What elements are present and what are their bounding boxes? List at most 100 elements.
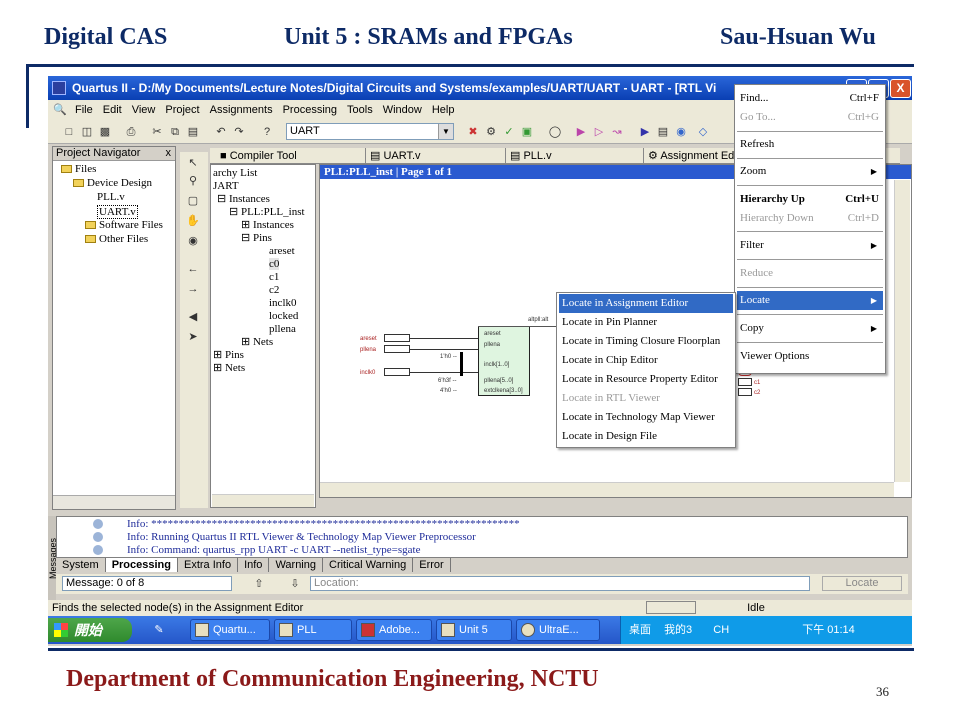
submenu-pin-planner[interactable]: Locate in Pin Planner	[559, 313, 733, 332]
programmer-icon[interactable]: ◉	[674, 125, 688, 139]
redo-icon[interactable]: ↷	[232, 125, 246, 139]
menu-edit[interactable]: Edit	[98, 100, 127, 120]
taskbar-unit5[interactable]: Unit 5	[436, 619, 512, 641]
menu-item-find[interactable]: Find... Ctrl+F	[737, 89, 883, 108]
tab-info[interactable]: Info	[238, 558, 270, 572]
report-icon[interactable]: ▤	[656, 125, 670, 139]
taskbar-ultraedit[interactable]: UltraE...	[516, 619, 600, 641]
select-pointer-icon[interactable]: ↖	[186, 156, 200, 170]
menu-item-zoom[interactable]: Zoom ▶	[737, 162, 883, 181]
cut-icon[interactable]: ✂	[150, 125, 164, 139]
pin-planner-icon[interactable]: ✓	[502, 125, 516, 139]
submenu-rtl-viewer[interactable]: Locate in RTL Viewer	[559, 389, 733, 408]
menu-view[interactable]: View	[127, 100, 161, 120]
menu-item-viewer-options[interactable]: Viewer Options	[737, 347, 883, 366]
output-pin-c1[interactable]	[738, 378, 752, 386]
hierarchy-pin-pllena[interactable]: pllena	[269, 323, 296, 335]
output-pin-c2[interactable]	[738, 388, 752, 396]
menu-help[interactable]: Help	[427, 100, 460, 120]
timing-icon[interactable]: ↝	[610, 125, 624, 139]
menu-processing[interactable]: Processing	[278, 100, 342, 120]
tray-item[interactable]: 我的3	[664, 624, 692, 636]
save-icon[interactable]: ▩	[98, 125, 112, 139]
hierarchy-pin-locked[interactable]: locked	[269, 310, 298, 322]
tab-processing[interactable]: Processing	[105, 558, 178, 572]
find-binoculars-icon[interactable]: ◉	[186, 234, 200, 248]
zoom-icon[interactable]: ⚲	[186, 174, 200, 188]
simulate-icon[interactable]: ▶	[638, 125, 652, 139]
menu-item-goto[interactable]: Go To... Ctrl+G	[737, 108, 883, 127]
context-help-icon[interactable]: ?	[260, 125, 274, 139]
hierarchy-pin-areset[interactable]: areset	[269, 245, 295, 257]
submenu-technology-map[interactable]: Locate in Technology Map Viewer	[559, 408, 733, 427]
hierarchy-pll-pins[interactable]: ⊟ Pins	[241, 232, 272, 244]
tab-uart-v[interactable]: ▤ UART.v	[366, 148, 506, 164]
hierarchy-pin-c0[interactable]: c0	[269, 258, 280, 270]
tree-item-uart-file[interactable]: UART.v	[97, 205, 138, 219]
entity-combo[interactable]: UART ▼	[286, 123, 454, 140]
navigator-close-icon[interactable]: x	[166, 147, 172, 160]
vertical-scrollbar[interactable]	[894, 180, 910, 482]
tree-item-software-files[interactable]: Software Files	[85, 219, 163, 231]
hand-icon[interactable]: ✋	[186, 214, 200, 228]
submenu-chip-editor[interactable]: Locate in Chip Editor	[559, 351, 733, 370]
tab-pll-v[interactable]: ▤ PLL.v	[506, 148, 644, 164]
tab-extra-info[interactable]: Extra Info	[178, 558, 239, 572]
menu-window[interactable]: Window	[378, 100, 427, 120]
undo-icon[interactable]: ↶	[214, 125, 228, 139]
new-file-icon[interactable]: □	[62, 125, 76, 139]
tab-system[interactable]: System	[56, 558, 106, 572]
paste-icon[interactable]: ▤	[186, 125, 200, 139]
menu-item-refresh[interactable]: Refresh	[737, 135, 883, 154]
menu-file[interactable]: File	[70, 100, 98, 120]
menu-item-copy[interactable]: Copy ▶	[737, 319, 883, 338]
taskbar-quartus[interactable]: Quartu...	[190, 619, 270, 641]
tree-item-pll-file[interactable]: PLL.v	[97, 191, 125, 203]
start-button[interactable]: 開始	[48, 618, 132, 642]
locate-button[interactable]: Locate	[822, 576, 902, 591]
location-field[interactable]: Location:	[310, 576, 810, 591]
menu-project[interactable]: Project	[160, 100, 204, 120]
taskbar-adobe[interactable]: Adobe...	[356, 619, 432, 641]
copy-icon[interactable]: ⧉	[168, 125, 182, 139]
navigator-tabs[interactable]	[53, 495, 175, 509]
analysis-icon[interactable]: ▷	[592, 125, 606, 139]
submenu-resource-property[interactable]: Locate in Resource Property Editor	[559, 370, 733, 389]
tab-error[interactable]: Error	[413, 558, 451, 572]
input-areset-pin[interactable]	[384, 334, 410, 342]
tree-item-other-files[interactable]: Other Files	[85, 233, 148, 245]
up-arrow-icon[interactable]: ⇧	[252, 577, 266, 591]
hierarchy-instances[interactable]: ⊟ Instances	[217, 193, 270, 205]
menu-item-hierarchy-down[interactable]: Hierarchy Down Ctrl+D	[737, 209, 883, 228]
input-inclk0-pin[interactable]	[384, 368, 410, 376]
back-icon[interactable]: ←	[186, 262, 200, 276]
menu-assignments[interactable]: Assignments	[205, 100, 278, 120]
stop-icon[interactable]: ✖	[466, 125, 480, 139]
assign-icon[interactable]: ◯	[548, 125, 562, 139]
tab-critical-warning[interactable]: Critical Warning	[323, 558, 414, 572]
hierarchy-pll-nets[interactable]: ⊞ Nets	[241, 336, 273, 348]
menu-item-locate[interactable]: Locate ▶	[737, 291, 883, 310]
hierarchy-pin-inclk0[interactable]: inclk0	[269, 297, 297, 309]
tree-item-files[interactable]: Files	[61, 163, 96, 175]
hierarchy-icon[interactable]: ◀	[186, 310, 200, 324]
forward-icon[interactable]: →	[186, 282, 200, 296]
down-arrow-icon[interactable]: ⇩	[288, 577, 302, 591]
hierarchy-pin-c2[interactable]: c2	[269, 284, 279, 296]
arrow-right-icon[interactable]: ➤	[186, 330, 200, 344]
rtl-icon[interactable]: ◇	[696, 125, 710, 139]
hierarchy-pins[interactable]: ⊞ Pins	[213, 349, 244, 361]
hierarchy-pin-c1[interactable]: c1	[269, 271, 279, 283]
compile-icon[interactable]: ▶	[574, 125, 588, 139]
tab-warning[interactable]: Warning	[269, 558, 323, 572]
chevron-down-icon[interactable]: ▼	[438, 124, 453, 139]
menu-tools[interactable]: Tools	[342, 100, 378, 120]
tree-item-device-design[interactable]: Device Design	[73, 177, 152, 189]
submenu-design-file[interactable]: Locate in Design File	[559, 427, 733, 446]
print-icon[interactable]: ⎙	[124, 125, 138, 139]
hierarchy-pll-instances[interactable]: ⊞ Instances	[241, 219, 294, 231]
menu-item-hierarchy-up[interactable]: Hierarchy Up Ctrl+U	[737, 190, 883, 209]
hierarchy-scrollbar[interactable]	[212, 494, 314, 507]
submenu-assignment-editor[interactable]: Locate in Assignment Editor	[559, 294, 733, 313]
chip-icon[interactable]: ▣	[520, 125, 534, 139]
